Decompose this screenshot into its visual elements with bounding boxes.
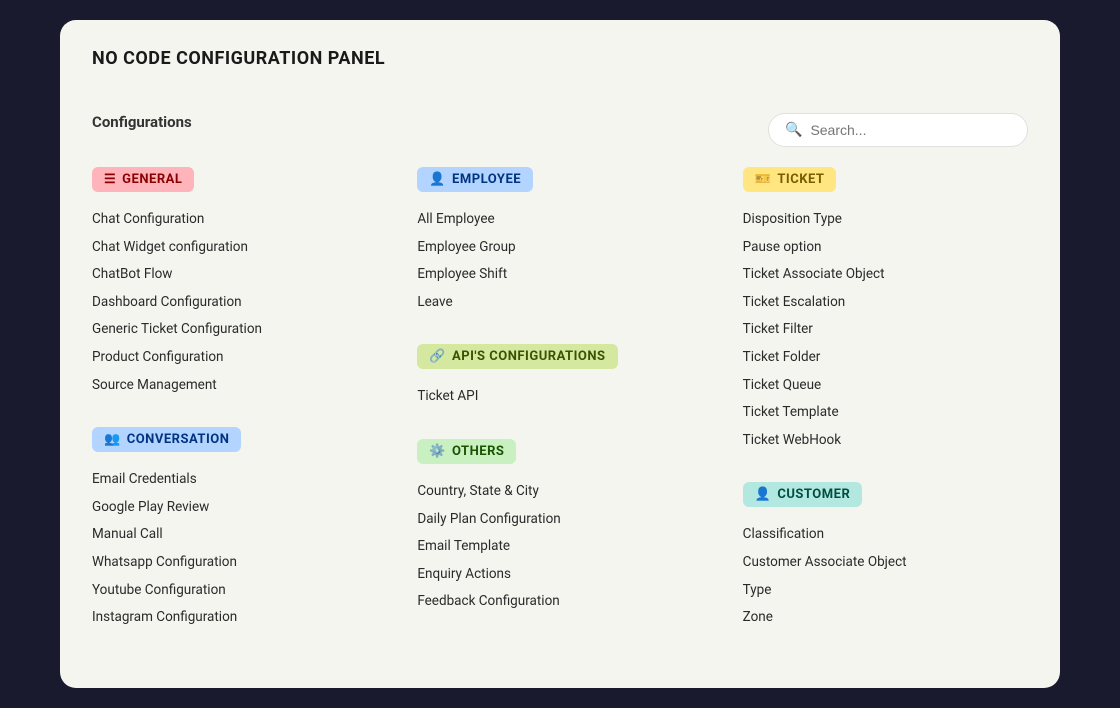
item-employee-group[interactable]: Employee Group — [417, 234, 702, 262]
item-ticket-associate-object[interactable]: Ticket Associate Object — [743, 261, 1028, 289]
badge-apis: 🔗 API'S CONFIGURATIONS — [417, 344, 617, 369]
item-classification[interactable]: Classification — [743, 521, 1028, 549]
general-icon: ☰ — [104, 172, 116, 187]
search-input[interactable] — [810, 122, 1011, 138]
column-2: 🎫 TICKET Disposition Type Pause option T… — [743, 167, 1028, 660]
item-ticket-api[interactable]: Ticket API — [417, 383, 702, 411]
item-ticket-template[interactable]: Ticket Template — [743, 399, 1028, 427]
item-youtube-configuration[interactable]: Youtube Configuration — [92, 577, 377, 605]
badge-conversation: 👥 CONVERSATION — [92, 427, 241, 452]
configurations-label: Configurations — [92, 113, 192, 131]
apis-label: API'S CONFIGURATIONS — [452, 349, 606, 364]
category-ticket: 🎫 TICKET Disposition Type Pause option T… — [743, 167, 1028, 454]
item-manual-call[interactable]: Manual Call — [92, 521, 377, 549]
item-generic-ticket-configuration[interactable]: Generic Ticket Configuration — [92, 316, 377, 344]
category-others: ⚙️ OTHERS Country, State & City Daily Pl… — [417, 439, 702, 616]
conversation-icon: 👥 — [104, 432, 121, 447]
category-customer: 👤 CUSTOMER Classification Customer Assoc… — [743, 482, 1028, 631]
item-chat-configuration[interactable]: Chat Configuration — [92, 206, 377, 234]
item-product-configuration[interactable]: Product Configuration — [92, 344, 377, 372]
others-label: OTHERS — [452, 444, 504, 459]
item-type[interactable]: Type — [743, 577, 1028, 605]
search-icon: 🔍 — [785, 122, 802, 138]
customer-label: CUSTOMER — [777, 487, 850, 502]
conversation-label: CONVERSATION — [127, 432, 230, 447]
item-instagram-configuration[interactable]: Instagram Configuration — [92, 604, 377, 632]
badge-employee: 👤 EMPLOYEE — [417, 167, 533, 192]
item-daily-plan-configuration[interactable]: Daily Plan Configuration — [417, 506, 702, 534]
ticket-label: TICKET — [777, 172, 824, 187]
item-whatsapp-configuration[interactable]: Whatsapp Configuration — [92, 549, 377, 577]
item-disposition-type[interactable]: Disposition Type — [743, 206, 1028, 234]
item-email-template[interactable]: Email Template — [417, 533, 702, 561]
general-items: Chat Configuration Chat Widget configura… — [92, 206, 377, 399]
item-chat-widget-configuration[interactable]: Chat Widget configuration — [92, 234, 377, 262]
category-apis: 🔗 API'S CONFIGURATIONS Ticket API — [417, 344, 702, 411]
employee-icon: 👤 — [429, 172, 446, 187]
badge-general: ☰ GENERAL — [92, 167, 194, 192]
customer-items: Classification Customer Associate Object… — [743, 521, 1028, 631]
category-conversation: 👥 CONVERSATION Email Credentials Google … — [92, 427, 377, 632]
item-ticket-queue[interactable]: Ticket Queue — [743, 372, 1028, 400]
item-employee-shift[interactable]: Employee Shift — [417, 261, 702, 289]
ticket-icon: 🎫 — [755, 172, 772, 187]
category-general: ☰ GENERAL Chat Configuration Chat Widget… — [92, 167, 377, 399]
item-pause-option[interactable]: Pause option — [743, 234, 1028, 262]
item-enquiry-actions[interactable]: Enquiry Actions — [417, 561, 702, 589]
item-ticket-folder[interactable]: Ticket Folder — [743, 344, 1028, 372]
item-ticket-filter[interactable]: Ticket Filter — [743, 316, 1028, 344]
badge-others: ⚙️ OTHERS — [417, 439, 516, 464]
item-source-management[interactable]: Source Management — [92, 372, 377, 400]
item-customer-associate-object[interactable]: Customer Associate Object — [743, 549, 1028, 577]
apis-items: Ticket API — [417, 383, 702, 411]
search-box[interactable]: 🔍 — [768, 113, 1028, 147]
column-0: ☰ GENERAL Chat Configuration Chat Widget… — [92, 167, 377, 660]
others-icon: ⚙️ — [429, 444, 446, 459]
item-email-credentials[interactable]: Email Credentials — [92, 466, 377, 494]
badge-ticket: 🎫 TICKET — [743, 167, 837, 192]
category-employee: 👤 EMPLOYEE All Employee Employee Group E… — [417, 167, 702, 316]
item-ticket-webhook[interactable]: Ticket WebHook — [743, 427, 1028, 455]
top-bar: NO CODE CONFIGURATION PANEL — [92, 48, 1028, 93]
badge-customer: 👤 CUSTOMER — [743, 482, 863, 507]
customer-icon: 👤 — [755, 487, 772, 502]
others-items: Country, State & City Daily Plan Configu… — [417, 478, 702, 616]
item-zone[interactable]: Zone — [743, 604, 1028, 632]
main-panel: NO CODE CONFIGURATION PANEL Configuratio… — [60, 20, 1060, 688]
item-google-play-review[interactable]: Google Play Review — [92, 494, 377, 522]
ticket-items: Disposition Type Pause option Ticket Ass… — [743, 206, 1028, 454]
column-1: 👤 EMPLOYEE All Employee Employee Group E… — [417, 167, 702, 660]
apis-icon: 🔗 — [429, 349, 446, 364]
general-label: GENERAL — [122, 172, 182, 187]
panel-title: NO CODE CONFIGURATION PANEL — [92, 48, 385, 69]
columns-layout: ☰ GENERAL Chat Configuration Chat Widget… — [92, 167, 1028, 660]
item-ticket-escalation[interactable]: Ticket Escalation — [743, 289, 1028, 317]
item-country-state-city[interactable]: Country, State & City — [417, 478, 702, 506]
conversation-items: Email Credentials Google Play Review Man… — [92, 466, 377, 632]
employee-items: All Employee Employee Group Employee Shi… — [417, 206, 702, 316]
employee-label: EMPLOYEE — [452, 172, 521, 187]
item-all-employee[interactable]: All Employee — [417, 206, 702, 234]
item-leave[interactable]: Leave — [417, 289, 702, 317]
item-chatbot-flow[interactable]: ChatBot Flow — [92, 261, 377, 289]
item-dashboard-configuration[interactable]: Dashboard Configuration — [92, 289, 377, 317]
item-feedback-configuration[interactable]: Feedback Configuration — [417, 588, 702, 616]
